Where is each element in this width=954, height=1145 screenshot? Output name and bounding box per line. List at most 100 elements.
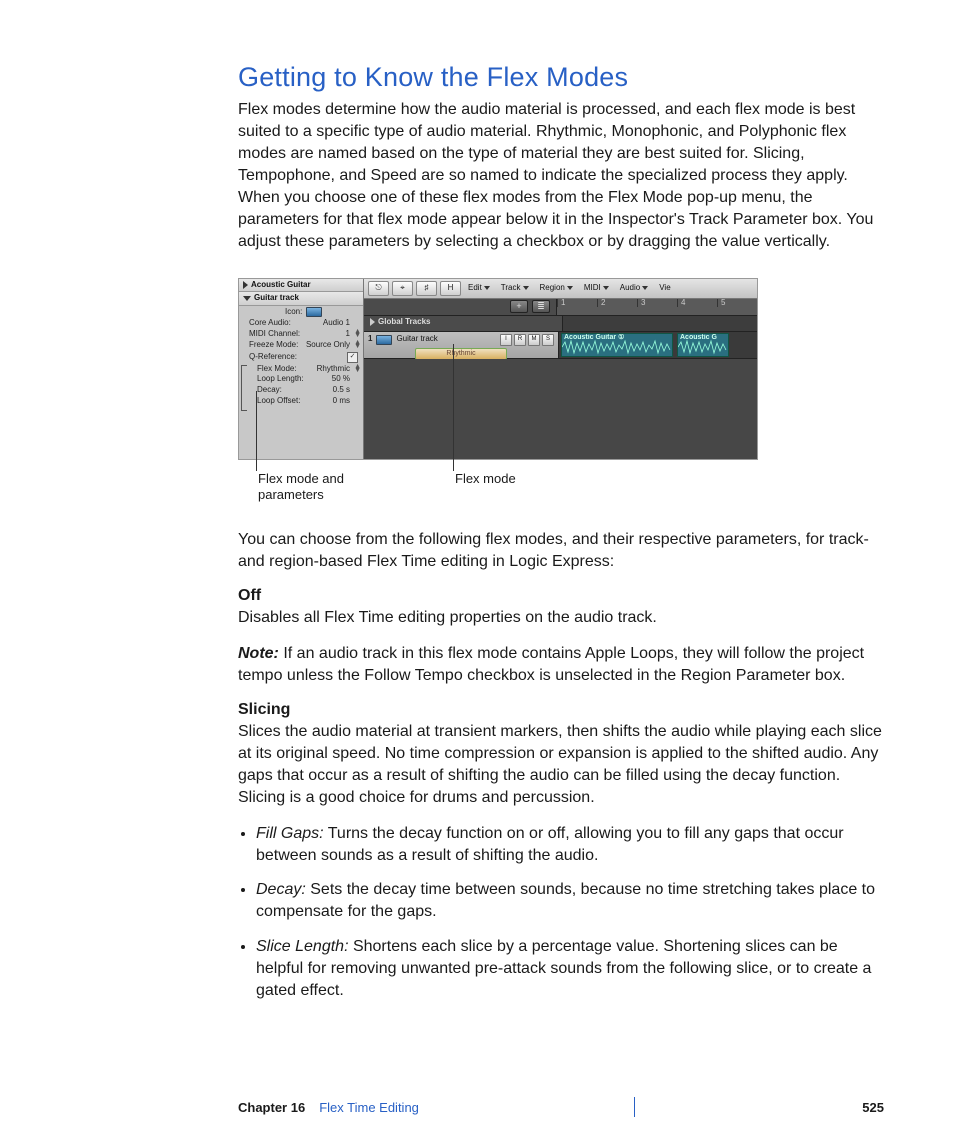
- track-mute-button: M: [528, 334, 540, 346]
- ruler-num: 5: [717, 299, 757, 308]
- footer-chapter: Chapter 16: [238, 1100, 305, 1115]
- qref-checkbox: ✓: [347, 352, 358, 363]
- bullet-text: Shortens each slice by a percentage valu…: [256, 938, 871, 999]
- inspector-icon-row: Icon:: [239, 306, 363, 318]
- inspector-header-1-label: Acoustic Guitar: [251, 280, 311, 289]
- disclosure-right-icon: [243, 281, 248, 289]
- loopoffset-label: Loop Offset:: [257, 397, 300, 406]
- flexmode-value: Rhythmic▲▼: [317, 365, 358, 374]
- slicing-heading: Slicing: [238, 701, 884, 719]
- track-solo-button: S: [542, 334, 554, 346]
- loopoffset-value: 0 ms: [333, 397, 358, 406]
- inspector-header-1: Acoustic Guitar: [239, 279, 363, 293]
- global-tracks-label: Global Tracks: [378, 317, 430, 326]
- midi-value: 1▲▼: [346, 330, 358, 339]
- inspector-qref-row: Q-Reference: ✓: [239, 351, 363, 364]
- audio-region-2: Acoustic G: [677, 333, 729, 357]
- coreaudio-label: Core Audio:: [249, 319, 291, 328]
- menu-view: Vie: [655, 284, 674, 293]
- arrange-area: ⎋ ⌖ ♯ H Edit Track Region MIDI Audio Vie…: [364, 279, 757, 459]
- note-label: Note:: [238, 645, 279, 662]
- intro-paragraph: Flex modes determine how the audio mater…: [238, 99, 884, 254]
- callout-right: Flex mode: [455, 471, 516, 487]
- caret-icon: [484, 286, 490, 290]
- bullet-term: Fill Gaps:: [256, 825, 324, 842]
- global-tracks-row: Global Tracks: [364, 316, 757, 332]
- off-heading: Off: [238, 587, 884, 605]
- decay-value: 0.5 s: [333, 386, 358, 395]
- menu-midi: MIDI: [580, 284, 613, 293]
- menu-region: Region: [536, 284, 577, 293]
- looplen-label: Loop Length:: [257, 375, 304, 384]
- menu-edit: Edit: [464, 284, 494, 293]
- looplen-value: 50 %: [332, 375, 358, 384]
- callout-line-left: [256, 391, 257, 471]
- track-input-button: I: [500, 334, 512, 346]
- page-footer: Chapter 16 Flex Time Editing 525: [238, 1097, 884, 1117]
- ruler-num: 4: [677, 299, 717, 308]
- track-irm-buttons: I R M S: [500, 334, 554, 346]
- inspector-icon-label: Icon:: [285, 308, 302, 317]
- inspector-midi-row: MIDI Channel: 1▲▼: [239, 329, 363, 340]
- footer-divider: [634, 1097, 635, 1117]
- ruler-num: 3: [637, 299, 677, 308]
- decay-label: Decay:: [257, 386, 282, 395]
- freeze-label: Freeze Mode:: [249, 341, 298, 350]
- off-note: Note: If an audio track in this flex mod…: [238, 643, 884, 687]
- toolbar-btn-2: ⌖: [392, 281, 413, 296]
- ruler-num: 2: [597, 299, 637, 308]
- caret-icon: [603, 286, 609, 290]
- track-header: 1 Guitar track I R M S Rhythmic: [364, 332, 559, 358]
- slicing-bullets: Fill Gaps: Turns the decay function on o…: [238, 823, 884, 1002]
- slicing-body: Slices the audio material at transient m…: [238, 721, 884, 809]
- footer-page-number: 525: [850, 1100, 884, 1115]
- arrange-ruler: + ≣ 1 2 3 4 5: [364, 299, 757, 316]
- waveform-icon: [678, 338, 728, 356]
- toolbar-btn-3: ♯: [416, 281, 437, 296]
- figure: Acoustic Guitar Guitar track Icon: Core …: [238, 278, 884, 509]
- note-text: If an audio track in this flex mode cont…: [238, 645, 864, 684]
- coreaudio-value: Audio 1: [323, 319, 358, 328]
- track-number: 1: [368, 335, 372, 344]
- inspector-panel: Acoustic Guitar Guitar track Icon: Core …: [239, 279, 364, 459]
- toolbar-btn-4: H: [440, 281, 461, 296]
- caret-icon: [642, 286, 648, 290]
- track-row-1: 1 Guitar track I R M S Rhythmic: [364, 332, 757, 359]
- inspector-header-2: Guitar track: [239, 292, 363, 306]
- inspector-looplen-row: Loop Length: 50 %: [247, 374, 363, 385]
- list-item: Decay: Sets the decay time between sound…: [256, 879, 884, 923]
- bullet-text: Turns the decay function on or off, allo…: [256, 825, 844, 864]
- section-heading: Getting to Know the Flex Modes: [238, 62, 884, 93]
- bullet-term: Slice Length:: [256, 938, 349, 955]
- freeze-value: Source Only▲▼: [306, 341, 358, 350]
- caret-icon: [523, 286, 529, 290]
- arrange-empty-area: [364, 359, 757, 459]
- track-icon: [376, 335, 392, 345]
- disclosure-down-icon: [243, 296, 251, 301]
- app-screenshot: Acoustic Guitar Guitar track Icon: Core …: [238, 278, 758, 460]
- inspector-freeze-row: Freeze Mode: Source Only▲▼: [239, 340, 363, 351]
- after-figure-paragraph: You can choose from the following flex m…: [238, 529, 884, 573]
- bullet-text: Sets the decay time between sounds, beca…: [256, 881, 875, 920]
- menu-audio: Audio: [616, 284, 652, 293]
- tracklist-button: ≣: [532, 300, 550, 313]
- track-record-button: R: [514, 334, 526, 346]
- inspector-loopoffset-row: Loop Offset: 0 ms: [247, 396, 363, 407]
- flexmode-label: Flex Mode:: [257, 365, 297, 374]
- footer-chapter-title: Flex Time Editing: [319, 1100, 419, 1115]
- audio-region-1: Acoustic Guitar ①: [561, 333, 673, 357]
- toolbar-btn-1: ⎋: [368, 281, 389, 296]
- inspector-flexmode-row: Flex Mode: Rhythmic▲▼: [247, 364, 363, 375]
- inspector-decay-row: Decay: 0.5 s: [247, 385, 363, 396]
- qref-label: Q-Reference:: [249, 353, 297, 362]
- off-body: Disables all Flex Time editing propertie…: [238, 607, 884, 629]
- disclosure-right-icon: [370, 318, 375, 326]
- menu-track: Track: [497, 284, 533, 293]
- track-lane: Acoustic Guitar ① Acoustic G: [559, 332, 757, 358]
- midi-label: MIDI Channel:: [249, 330, 300, 339]
- caret-icon: [567, 286, 573, 290]
- add-track-button: +: [510, 300, 528, 313]
- ruler-num: 1: [557, 299, 597, 308]
- list-item: Slice Length: Shortens each slice by a p…: [256, 936, 884, 1002]
- track-icon: [306, 307, 322, 317]
